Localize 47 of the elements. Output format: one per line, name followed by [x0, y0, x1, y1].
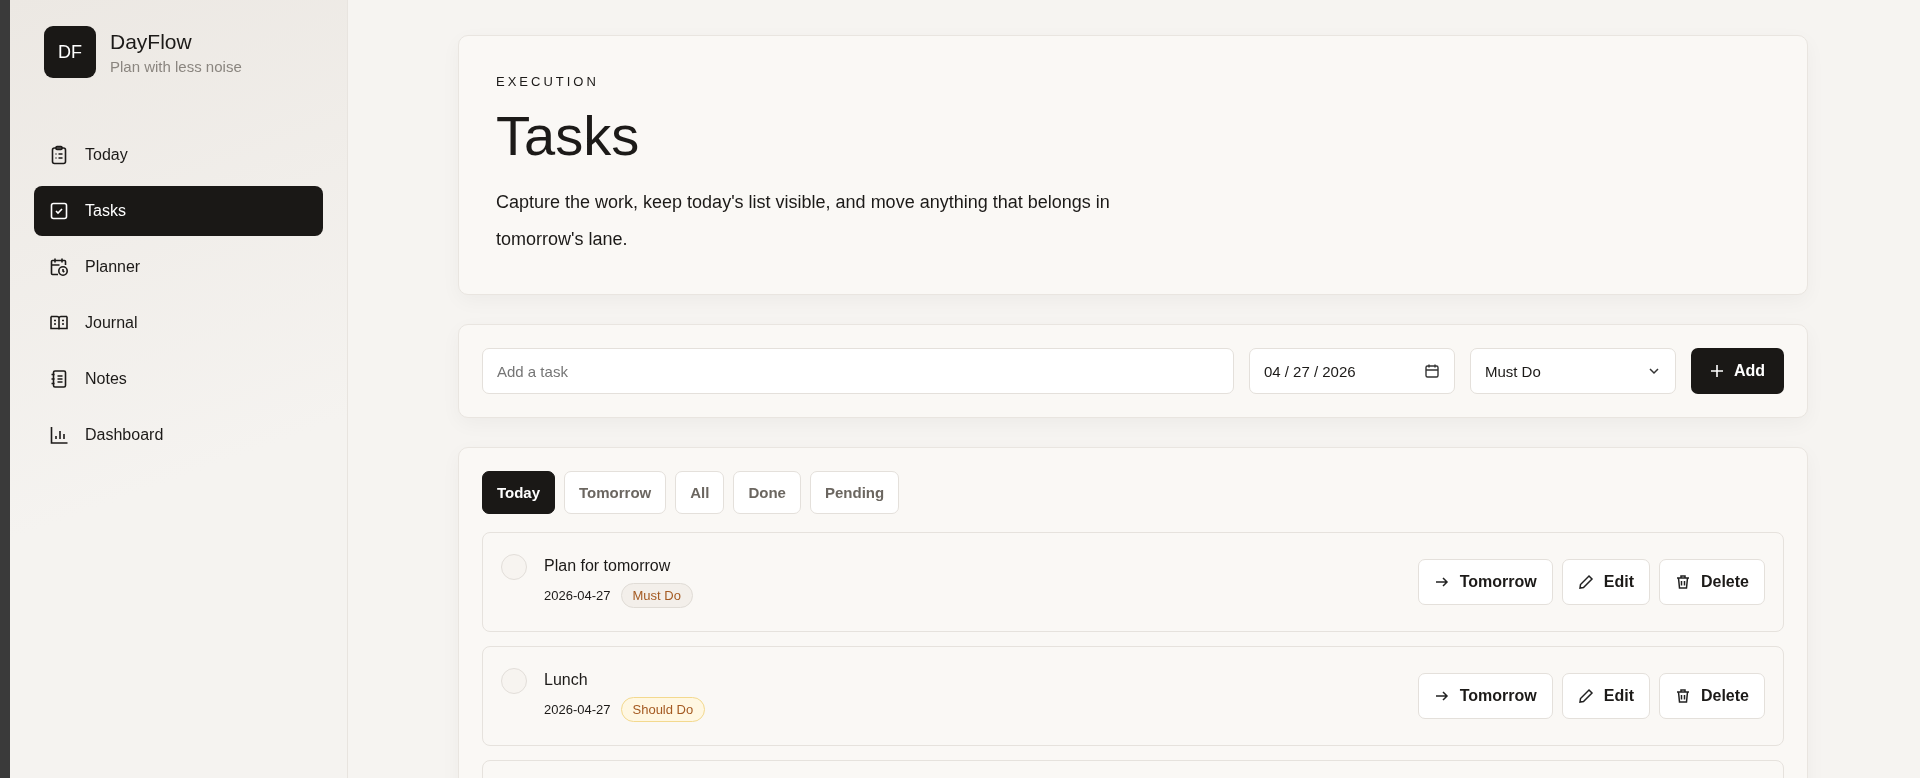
nav-item[interactable]: Dashboard: [34, 410, 323, 460]
checkbox-icon: [49, 201, 69, 221]
nav-item[interactable]: Tasks: [34, 186, 323, 236]
delete-button[interactable]: Delete: [1658, 559, 1765, 605]
nav-item[interactable]: Notes: [34, 354, 323, 404]
move-button[interactable]: Tomorrow: [1417, 673, 1553, 719]
task-input-field[interactable]: Add a task: [482, 348, 1234, 394]
filter-tab[interactable]: Pending: [809, 471, 900, 514]
nav-item[interactable]: Journal: [34, 298, 323, 348]
clipboard-icon: [49, 145, 69, 165]
task-title: Lunch: [544, 670, 589, 689]
task-date: 2026-04-27: [544, 587, 611, 603]
calendar-icon: [1423, 363, 1440, 379]
move-button[interactable]: Tomorrow: [1417, 559, 1553, 605]
filter-tab[interactable]: Tomorrow: [564, 471, 667, 514]
plus-icon: [1709, 364, 1724, 378]
trash-icon: [1674, 688, 1691, 704]
priority-select[interactable]: Must Do: [1469, 348, 1676, 394]
edit-button[interactable]: Edit: [1561, 559, 1650, 605]
priority-tag: Should Do: [620, 696, 706, 722]
filter-tab[interactable]: Today: [482, 471, 556, 514]
nav-item[interactable]: Today: [34, 130, 323, 180]
add-button[interactable]: Add: [1690, 348, 1784, 394]
delete-button[interactable]: Delete: [1658, 673, 1765, 719]
priority-tag: Must Do: [620, 582, 693, 608]
pencil-icon: [1577, 688, 1594, 704]
task-checkbox[interactable]: [501, 554, 527, 580]
open-book-icon: [49, 313, 69, 333]
calendar-clock-icon: [49, 257, 69, 277]
section-eyebrow: EXECUTION: [496, 74, 600, 89]
app-name: DayFlow: [110, 29, 193, 54]
task-date: 2026-04-27: [544, 701, 611, 717]
page-title: Tasks: [496, 103, 641, 168]
bar-chart-icon: [49, 425, 69, 445]
filter-tab[interactable]: All: [675, 471, 725, 514]
edit-button[interactable]: Edit: [1561, 673, 1650, 719]
app-tagline: Plan with less noise: [110, 57, 242, 75]
notebook-icon: [49, 369, 69, 389]
nav-item[interactable]: Planner: [34, 242, 323, 292]
pencil-icon: [1577, 574, 1594, 590]
page-description: Capture the work, keep today's list visible, and move anything that belongs in tomorrow's lane.: [496, 191, 1111, 251]
trash-icon: [1674, 574, 1691, 590]
task-title: Plan for tomorrow: [544, 556, 672, 575]
date-field[interactable]: 04 / 27 / 2026: [1248, 348, 1455, 394]
logo-badge: DF: [44, 26, 96, 78]
task-checkbox[interactable]: [501, 668, 527, 694]
filter-tab[interactable]: Done: [733, 471, 801, 514]
